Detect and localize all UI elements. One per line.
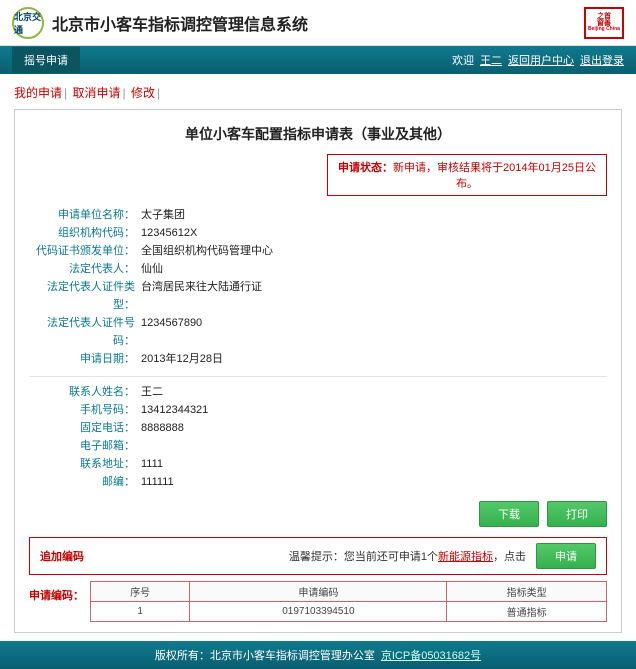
app-number-table: 序号申请编码指标类型 10197103394510普通指标 <box>90 581 607 622</box>
field-row: 代码证书颁发单位：全国组织机构代码管理中心 <box>29 242 607 260</box>
form-panel: 单位小客车配置指标申请表（事业及其他） 申请状态：新申请，审核结果将于2014年… <box>14 109 622 633</box>
field-value: 13412344321 <box>141 401 208 419</box>
user-link[interactable]: 王二 <box>480 52 502 68</box>
field-value: 全国组织机构代码管理中心 <box>141 242 273 260</box>
field-value: 8888888 <box>141 419 184 437</box>
tip-post: ，点击 <box>493 551 526 563</box>
icp-link[interactable]: 京ICP备05031682号 <box>381 647 481 663</box>
footer-owner: 版权所有：北京市小客车指标调控管理办公室 <box>155 647 375 663</box>
table-cell: 普通指标 <box>447 602 607 622</box>
tab-lottery[interactable]: 摇号申请 <box>12 47 80 73</box>
field-label: 法定代表人证件类型： <box>29 278 141 314</box>
footer: 版权所有：北京市小客车指标调控管理办公室 京ICP备05031682号 <box>0 641 636 669</box>
field-group-2: 联系人姓名：王二手机号码：13412344321固定电话：8888888电子邮箱… <box>29 383 607 491</box>
logo-text: 北京交通 <box>14 10 42 36</box>
add-code-row: 追加编码 温馨提示：您当前还可申请1个新能源指标，点击 申请 <box>29 537 607 575</box>
field-row: 法定代表人证件类型：台湾居民来往大陆通行证 <box>29 278 607 314</box>
status-box: 申请状态：新申请，审核结果将于2014年01月25日公布。 <box>327 154 607 196</box>
field-label: 法定代表人证件号码： <box>29 314 141 350</box>
table-header: 序号 <box>91 582 190 602</box>
field-row: 联系地址：1111 <box>29 455 607 473</box>
add-tip: 温馨提示：您当前还可申请1个新能源指标，点击 <box>289 548 526 564</box>
page-title: 北京市小客车指标调控管理信息系统 <box>52 11 308 35</box>
field-label: 邮编： <box>29 473 141 491</box>
field-value: 111111 <box>141 473 174 491</box>
download-button[interactable]: 下载 <box>479 501 539 527</box>
table-header: 申请编码 <box>190 582 447 602</box>
field-row: 申请单位名称：太子集团 <box>29 206 607 224</box>
crumb-my[interactable]: 我的申请 <box>14 86 62 100</box>
content: 我的申请| 取消申请| 修改| 单位小客车配置指标申请表（事业及其他） 申请状态… <box>0 74 636 641</box>
field-value: 1234567890 <box>141 314 202 350</box>
back-link[interactable]: 返回用户中心 <box>508 52 574 68</box>
field-value: 2013年12月28日 <box>141 350 223 368</box>
table-cell: 1 <box>91 602 190 622</box>
field-label: 申请单位名称： <box>29 206 141 224</box>
field-row: 联系人姓名：王二 <box>29 383 607 401</box>
field-value: 12345612X <box>141 224 197 242</box>
stamp-top: 之首 <box>597 13 611 20</box>
tip-pre: 温馨提示：您当前还可申请1个 <box>289 551 438 563</box>
field-group-1: 申请单位名称：太子集团组织机构代码：12345612X代码证书颁发单位：全国组织… <box>29 206 607 368</box>
field-row: 法定代表人证件号码：1234567890 <box>29 314 607 350</box>
field-label: 电子邮箱： <box>29 437 141 455</box>
breadcrumb: 我的申请| 取消申请| 修改| <box>14 84 622 101</box>
field-row: 组织机构代码：12345612X <box>29 224 607 242</box>
divider <box>29 376 607 377</box>
print-button[interactable]: 打印 <box>547 501 607 527</box>
table-header: 指标类型 <box>447 582 607 602</box>
field-label: 手机号码： <box>29 401 141 419</box>
button-row: 下载 打印 <box>29 501 607 527</box>
field-value: 仙仙 <box>141 260 163 278</box>
crumb-cancel[interactable]: 取消申请 <box>72 86 120 100</box>
status-label: 申请状态： <box>338 162 393 174</box>
header-left: 北京交通 北京市小客车指标调控管理信息系统 <box>12 7 308 39</box>
crumb-edit[interactable]: 修改 <box>131 86 155 100</box>
field-label: 联系人姓名： <box>29 383 141 401</box>
field-row: 申请日期：2013年12月28日 <box>29 350 607 368</box>
field-value: 1111 <box>141 455 163 473</box>
field-value: 太子集团 <box>141 206 185 224</box>
table-cell: 0197103394510 <box>190 602 447 622</box>
apply-button[interactable]: 申请 <box>536 543 596 569</box>
stamp-en: Beijing China <box>588 27 620 32</box>
stamp-icon: 之首 窗善 Beijing China <box>584 7 624 39</box>
welcome-label: 欢迎 <box>452 52 474 68</box>
tip-highlight: 新能源指标 <box>438 551 493 563</box>
field-row: 电子邮箱： <box>29 437 607 455</box>
header: 北京交通 北京市小客车指标调控管理信息系统 之首 窗善 Beijing Chin… <box>0 0 636 46</box>
field-label: 固定电话： <box>29 419 141 437</box>
add-code-label: 追加编码 <box>40 548 84 564</box>
status-value: 新申请，审核结果将于2014年01月25日公布。 <box>393 162 596 190</box>
field-label: 组织机构代码： <box>29 224 141 242</box>
logout-link[interactable]: 退出登录 <box>580 52 624 68</box>
field-row: 固定电话：8888888 <box>29 419 607 437</box>
field-value: 王二 <box>141 383 163 401</box>
form-title: 单位小客车配置指标申请表（事业及其他） <box>29 124 607 144</box>
nav-right: 欢迎 王二 返回用户中心 退出登录 <box>452 52 624 68</box>
field-row: 法定代表人：仙仙 <box>29 260 607 278</box>
app-number-label: 申请编码： <box>29 581 84 603</box>
field-label: 代码证书颁发单位： <box>29 242 141 260</box>
table-row: 10197103394510普通指标 <box>91 602 607 622</box>
app-number-section: 申请编码： 序号申请编码指标类型 10197103394510普通指标 <box>29 581 607 622</box>
field-label: 联系地址： <box>29 455 141 473</box>
field-row: 手机号码：13412344321 <box>29 401 607 419</box>
logo-icon: 北京交通 <box>12 7 44 39</box>
field-label: 申请日期： <box>29 350 141 368</box>
field-row: 邮编：111111 <box>29 473 607 491</box>
field-value: 台湾居民来往大陆通行证 <box>141 278 262 314</box>
field-label: 法定代表人： <box>29 260 141 278</box>
navbar: 摇号申请 欢迎 王二 返回用户中心 退出登录 <box>0 46 636 74</box>
